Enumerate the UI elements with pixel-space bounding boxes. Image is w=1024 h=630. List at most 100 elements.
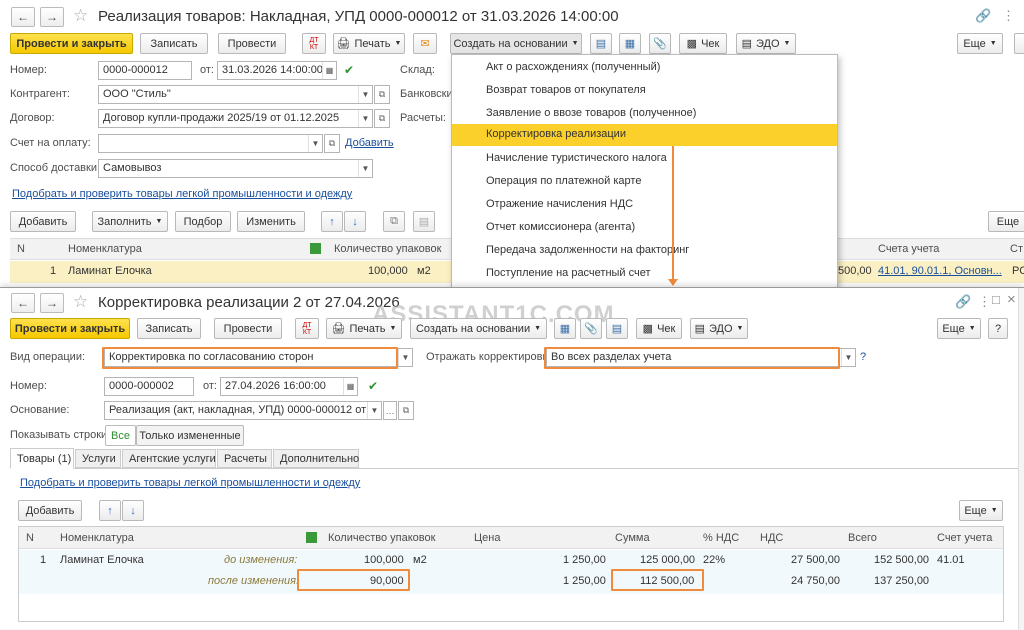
delivery-input[interactable]: Самовывоз ▼ (98, 159, 373, 178)
edo-button[interactable]: ▤ ЭДО ▼ (690, 318, 748, 339)
post-button[interactable]: Провести (214, 318, 282, 339)
more-button[interactable]: Еще ▼ (957, 33, 1003, 54)
receipt-button[interactable]: ▩ Чек (636, 318, 682, 339)
calendar-icon[interactable]: ▦ (343, 378, 357, 395)
post-and-close-button[interactable]: Провести и закрыть (10, 33, 133, 54)
move-up-button[interactable]: ↑ (321, 211, 343, 232)
menu-item[interactable]: Отчет комиссионера (агента) (452, 217, 837, 239)
structure-button[interactable]: ▦ (554, 318, 576, 339)
link-icon[interactable]: 🔗 (975, 8, 991, 24)
print-button[interactable]: 🖨 Печать ▼ (326, 318, 402, 339)
copy-row-button[interactable]: ⧉ (383, 211, 405, 232)
col-header-price[interactable]: Цена (474, 532, 500, 544)
report-button[interactable]: ▤ (590, 33, 612, 54)
chevron-down-icon[interactable]: ▼ (308, 135, 322, 152)
add-row-button[interactable]: Добавить (18, 500, 82, 521)
kebab-menu-icon[interactable]: ⋮ (1002, 8, 1015, 24)
number-input[interactable]: 0000-000002 (104, 377, 194, 396)
col-header-item[interactable]: Номенклатура (68, 243, 142, 255)
receipt-button[interactable]: ▩ Чек (679, 33, 727, 54)
more-button[interactable]: Еще ▼ (937, 318, 981, 339)
counterparty-input[interactable]: ООО "Стиль" ▼ (98, 85, 373, 104)
move-up-button[interactable]: ↑ (99, 500, 121, 521)
green-check-icon[interactable]: ✔ (344, 63, 354, 77)
back-button[interactable]: ← (11, 293, 35, 313)
contract-open-button[interactable]: ⧉ (374, 109, 390, 128)
tab-settlements[interactable]: Расчеты (217, 449, 272, 468)
chevron-down-icon[interactable]: ▼ (358, 160, 372, 177)
invoice-add-link[interactable]: Добавить (345, 137, 394, 149)
show-changed-toggle[interactable]: Только измененные (136, 425, 244, 446)
col-header-vat-rate[interactable]: % НДС (703, 532, 739, 544)
goods-check-link[interactable]: Подобрать и проверить товары легкой пром… (12, 188, 352, 200)
col-header-sum[interactable]: Сумма (615, 532, 650, 544)
favorite-star-icon[interactable]: ☆ (73, 6, 88, 26)
date-input[interactable]: 27.04.2026 16:00:00 ▦ (220, 377, 358, 396)
table-row[interactable] (19, 550, 1003, 594)
save-button[interactable]: Записать (140, 33, 208, 54)
chevron-down-icon[interactable]: ▼ (367, 402, 381, 419)
menu-item-selected[interactable]: Корректировка реализации (452, 124, 837, 146)
tab-goods[interactable]: Товары (1) (10, 448, 74, 469)
structure-button[interactable]: ▦ (619, 33, 641, 54)
calendar-icon[interactable]: ▦ (322, 62, 336, 79)
move-down-button[interactable]: ↓ (344, 211, 366, 232)
chevron-down-icon[interactable]: ▼ (358, 110, 372, 127)
edo-button[interactable]: ▤ ЭДО ▼ (736, 33, 796, 54)
maximize-icon[interactable]: □ (992, 292, 1000, 307)
col-header-total[interactable]: Всего (848, 532, 877, 544)
fill-button[interactable]: Заполнить ▼ (92, 211, 168, 232)
menu-item[interactable]: Начисление туристического налога (452, 148, 837, 170)
change-button[interactable]: Изменить (237, 211, 305, 232)
col-header-qty[interactable]: Количество упаковок (334, 243, 441, 255)
chevron-down-icon[interactable]: ▼ (841, 349, 855, 366)
table-more-button[interactable]: Еще (988, 211, 1024, 232)
col-header-n[interactable]: N (26, 532, 34, 544)
col-header-qty[interactable]: Количество упаковок (328, 532, 435, 544)
col-header-item[interactable]: Номенклатура (60, 532, 134, 544)
menu-item[interactable]: Передача задолженности на факторинг (452, 240, 837, 262)
chevron-down-icon[interactable]: ▼ (398, 349, 412, 366)
menu-item[interactable]: Возврат товаров от покупателя (452, 80, 837, 102)
create-based-on-button[interactable]: Создать на основании ▼ (410, 318, 547, 339)
report-button[interactable]: ▤ (606, 318, 628, 339)
number-input[interactable]: 0000-000012 (98, 61, 192, 80)
menu-item[interactable]: Поступление на расчетный счет (452, 263, 837, 285)
close-icon[interactable]: × (1007, 291, 1016, 308)
dt-kt-button[interactable]: ДТ КТ (295, 318, 319, 339)
table-more-button[interactable]: Еще ▼ (959, 500, 1003, 521)
attach-button[interactable]: 📎 (649, 33, 671, 54)
contract-input[interactable]: Договор купли-продажи 2025/19 от 01.12.2… (98, 109, 373, 128)
help-button[interactable]: ? (988, 318, 1008, 339)
row-accounts[interactable]: 41.01, 90.01.1, Основн... (878, 265, 1002, 277)
col-header-accounts[interactable]: Счета учета (878, 243, 939, 255)
save-button[interactable]: Записать (137, 318, 201, 339)
invoice-open-button[interactable]: ⧉ (324, 134, 340, 153)
attach-button[interactable]: 📎 (580, 318, 602, 339)
tab-agent-services[interactable]: Агентские услуги (122, 449, 216, 468)
date-input[interactable]: 31.03.2026 14:00:00 ▦ (217, 61, 337, 80)
email-button[interactable]: ✉ (413, 33, 437, 54)
tab-services[interactable]: Услуги (75, 449, 121, 468)
create-based-on-button[interactable]: Создать на основании ▼ (450, 33, 582, 54)
menu-item[interactable]: Операция по платежной карте (452, 171, 837, 193)
invoice-input[interactable]: ▼ (98, 134, 323, 153)
basis-input[interactable]: Реализация (акт, накладная, УПД) 0000-00… (104, 401, 382, 420)
menu-item[interactable]: Акт о расхождениях (полученный) (452, 57, 837, 79)
help-button-clipped[interactable] (1014, 33, 1024, 54)
kebab-menu-icon[interactable]: ⋮ (978, 294, 991, 310)
dt-kt-button[interactable]: ДТ КТ (302, 33, 326, 54)
post-button[interactable]: Провести (218, 33, 286, 54)
col-header-n[interactable]: N (17, 243, 25, 255)
link-icon[interactable]: 🔗 (955, 294, 971, 310)
back-button[interactable]: ← (11, 7, 35, 27)
selection-button[interactable]: Подбор (175, 211, 231, 232)
green-check-icon[interactable]: ✔ (368, 379, 378, 393)
show-all-toggle[interactable]: Все (105, 425, 136, 446)
goods-check-link[interactable]: Подобрать и проверить товары легкой пром… (20, 477, 360, 489)
col-header-extra[interactable]: Ст (1010, 243, 1023, 255)
paste-row-button[interactable]: ▤ (413, 211, 435, 232)
menu-item[interactable]: Отражение начисления НДС (452, 194, 837, 216)
col-header-account[interactable]: Счет учета (937, 532, 992, 544)
counterparty-open-button[interactable]: ⧉ (374, 85, 390, 104)
